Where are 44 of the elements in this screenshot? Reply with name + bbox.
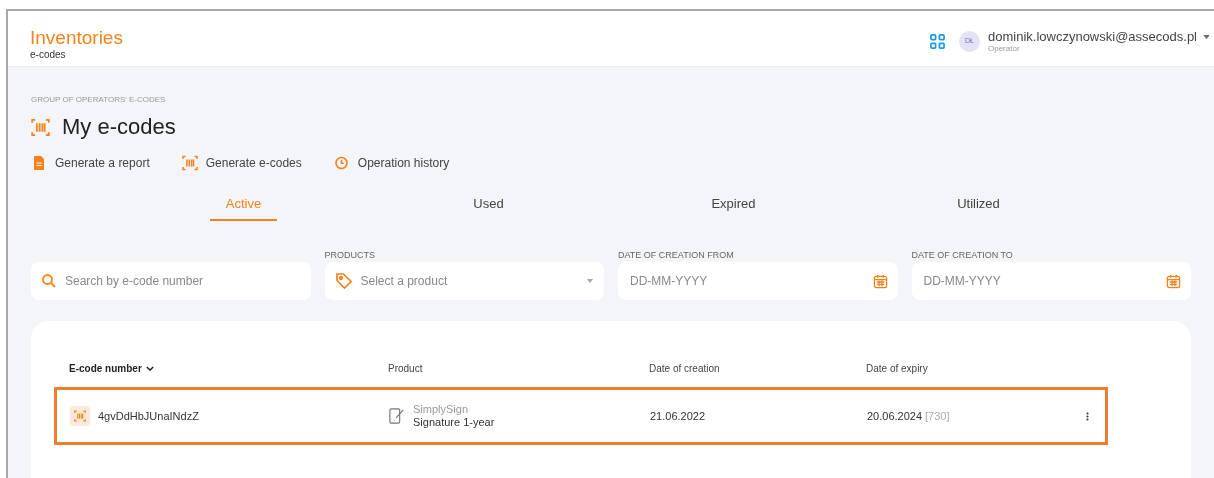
calendar-icon: [872, 273, 888, 289]
app-subtitle: e-codes: [30, 49, 67, 61]
action-link[interactable]: Generate e-codes: [205, 154, 302, 172]
product-brand: SimplySign: [413, 403, 470, 416]
clock-icon: [333, 155, 350, 171]
filter-label: DATE OF CREATION FROM: [618, 250, 734, 260]
filter-label: PRODUCTS: [324, 250, 375, 260]
page-overline: GROUP OF OPERATORS' E-CODES: [31, 95, 167, 105]
table-row[interactable]: 4gvDdHbJUnaINdzZ SimplySign Signature 1-year 21.06.2022 20.06.2024 [730]: [54, 387, 1108, 445]
more-icon[interactable]: [1086, 411, 1089, 421]
tab[interactable]: Used: [457, 188, 520, 221]
filter-label: DATE OF CREATION TO: [911, 250, 1013, 260]
column-header[interactable]: Date of expiry: [866, 360, 928, 376]
tab[interactable]: Utilized: [941, 188, 1016, 221]
caret-icon[interactable]: [1203, 34, 1210, 39]
date-field[interactable]: DD-MM-YYYY: [911, 262, 1191, 300]
document-icon: [31, 155, 47, 171]
signature-device-icon: [389, 407, 405, 425]
action-link[interactable]: Operation history: [357, 154, 450, 172]
creation-date: 21.06.2022: [650, 408, 707, 424]
barcode-badge-icon: [70, 406, 90, 426]
search-field[interactable]: Search by e-code number: [31, 262, 311, 300]
product-select[interactable]: Select a product: [324, 262, 604, 300]
expiry-date: 20.06.2024: [867, 408, 923, 424]
tab[interactable]: Expired: [695, 188, 772, 221]
product-name: Signature 1-year: [413, 416, 495, 429]
date-field[interactable]: DD-MM-YYYY: [618, 262, 898, 300]
search-icon: [41, 273, 57, 289]
ecode-number: 4gvDdHbJUnaINdzZ: [98, 408, 199, 424]
days-remaining: [730]: [925, 408, 950, 424]
chevron-down-icon[interactable]: [145, 365, 154, 371]
page-title: My e-codes: [62, 114, 176, 140]
app-title: Inventories: [30, 27, 123, 49]
tag-icon: [334, 272, 353, 290]
column-header[interactable]: Product: [388, 360, 423, 376]
column-header[interactable]: E-code number: [69, 360, 142, 376]
barcode-icon: [181, 155, 198, 171]
user-role: Operator: [988, 44, 1021, 54]
user-email[interactable]: dominik.lowczynowski@assecods.pl: [988, 29, 1197, 44]
grid-icon[interactable]: [930, 34, 945, 49]
column-header[interactable]: Date of creation: [649, 360, 720, 376]
action-link[interactable]: Generate a report: [55, 154, 150, 172]
calendar-icon: [1166, 273, 1181, 289]
barcode-icon: [31, 117, 50, 137]
